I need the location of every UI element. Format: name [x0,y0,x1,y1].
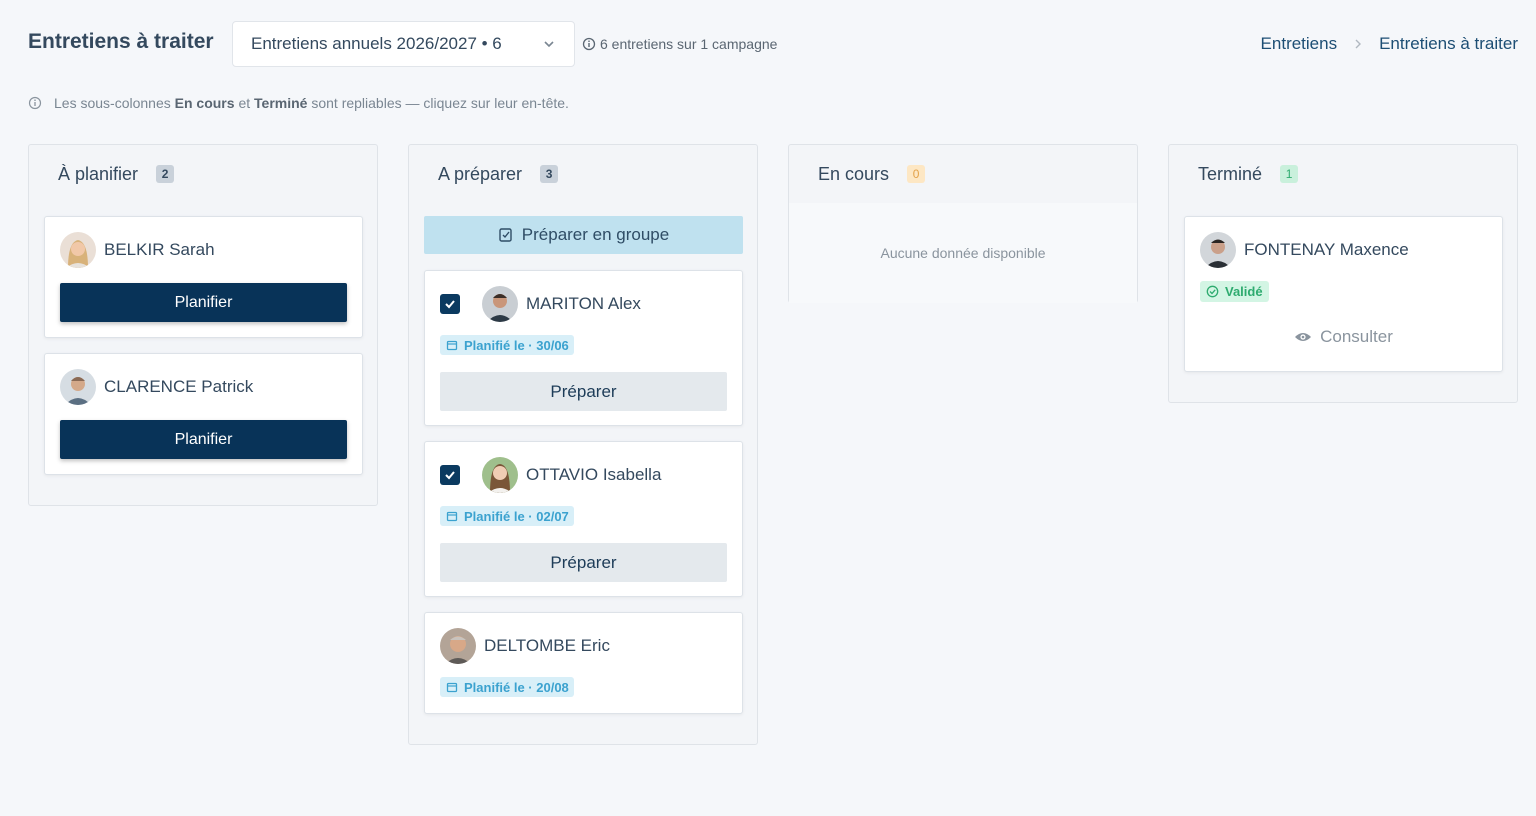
avatar [60,369,96,405]
breadcrumb-entretiens[interactable]: Entretiens [1261,34,1338,54]
person-name: OTTAVIO Isabella [526,465,662,484]
column-title: En cours [818,163,890,184]
prepare-group-label: Préparer en groupe [521,225,670,244]
chevron-right-icon [1355,39,1362,49]
person: OTTAVIO Isabella [440,457,661,493]
planned-date-tag: Planifié le · 30/06 [440,335,574,355]
column-header[interactable]: En cours 0 [789,145,1137,203]
info-circle-icon [28,96,42,110]
campaign-select-value: Entretiens annuels 2026/2027 • 6 [251,34,502,53]
column-header: À planifier 2 [29,145,377,203]
check-icon [445,300,455,309]
calendar-icon [446,340,458,351]
edit-checklist-icon [499,228,512,242]
avatar [440,628,476,664]
column-a-planifier: À planifier 2 BELKIR Sarah Planifier CLA… [28,144,378,506]
count-info-text: 6 entretiens sur 1 campagne [600,36,778,52]
column-a-preparer: A préparer 3 Préparer en groupe MARITON … [408,144,758,745]
column-header[interactable]: Terminé 1 [1169,145,1517,203]
breadcrumb-current[interactable]: Entretiens à traiter [1379,34,1518,54]
avatar [482,286,518,322]
planifier-button[interactable]: Planifier [60,283,347,322]
interview-card: MARITON Alex Planifié le · 30/06 Prépare… [424,270,743,426]
preparer-button[interactable]: Préparer [440,372,727,411]
person-name: BELKIR Sarah [104,240,215,259]
person-name: MARITON Alex [526,294,641,313]
count-info: 6 entretiens sur 1 campagne [582,36,777,52]
empty-state: Aucune donnée disponible [789,203,1137,303]
breadcrumb: Entretiens Entretiens à traiter [1261,34,1518,54]
select-checkbox[interactable] [440,465,460,485]
calendar-icon [446,682,458,693]
count-badge: 1 [1280,165,1299,183]
interview-card: BELKIR Sarah Planifier [44,216,363,338]
column-title: A préparer [438,163,523,184]
check-icon [445,471,455,480]
column-title: À planifier [58,163,139,184]
count-badge: 2 [156,165,175,183]
collapse-hint: Les sous-colonnes En cours et Terminé so… [28,95,569,111]
interview-card: OTTAVIO Isabella Planifié le · 02/07 Pré… [424,441,743,597]
interview-card: FONTENAY Maxence Validé Consulter [1184,216,1503,372]
hint-text: Les sous-colonnes En cours et Terminé so… [54,95,569,111]
column-en-cours: En cours 0 Aucune donnée disponible [788,144,1138,303]
avatar [482,457,518,493]
consulter-button[interactable]: Consulter [1185,327,1502,347]
person: DELTOMBE Eric [440,628,610,664]
count-badge: 3 [540,165,559,183]
campaign-select[interactable]: Entretiens annuels 2026/2027 • 6 [232,21,575,67]
avatar [60,232,96,268]
count-badge: 0 [907,165,926,183]
planned-date-tag: Planifié le · 20/08 [440,677,574,697]
top-bar: Entretiens à traiter Entretiens annuels … [0,0,1536,90]
person-name: DELTOMBE Eric [484,636,610,655]
calendar-icon [446,511,458,522]
chevron-down-icon [544,41,554,48]
preparer-button[interactable]: Préparer [440,543,727,582]
column-termine: Terminé 1 FONTENAY Maxence Validé Consul… [1168,144,1518,403]
interview-card: DELTOMBE Eric Planifié le · 20/08 [424,612,743,714]
person: BELKIR Sarah [60,232,215,268]
info-circle-icon [582,37,596,51]
avatar [1200,232,1236,268]
person-name: FONTENAY Maxence [1244,240,1409,259]
column-header: A préparer 3 [409,145,757,203]
select-checkbox[interactable] [440,294,460,314]
person: CLARENCE Patrick [60,369,253,405]
eye-icon [1295,333,1312,341]
person: FONTENAY Maxence [1200,232,1409,268]
person-name: CLARENCE Patrick [104,377,254,396]
planned-date-tag: Planifié le · 02/07 [440,506,574,526]
interview-card: CLARENCE Patrick Planifier [44,353,363,475]
prepare-group-button[interactable]: Préparer en groupe [424,216,743,254]
person: MARITON Alex [440,286,641,322]
column-title: Terminé [1198,163,1263,184]
page-title: Entretiens à traiter [28,30,214,53]
status-badge: Validé [1200,281,1269,302]
check-circle-icon [1206,285,1219,298]
planifier-button[interactable]: Planifier [60,420,347,459]
